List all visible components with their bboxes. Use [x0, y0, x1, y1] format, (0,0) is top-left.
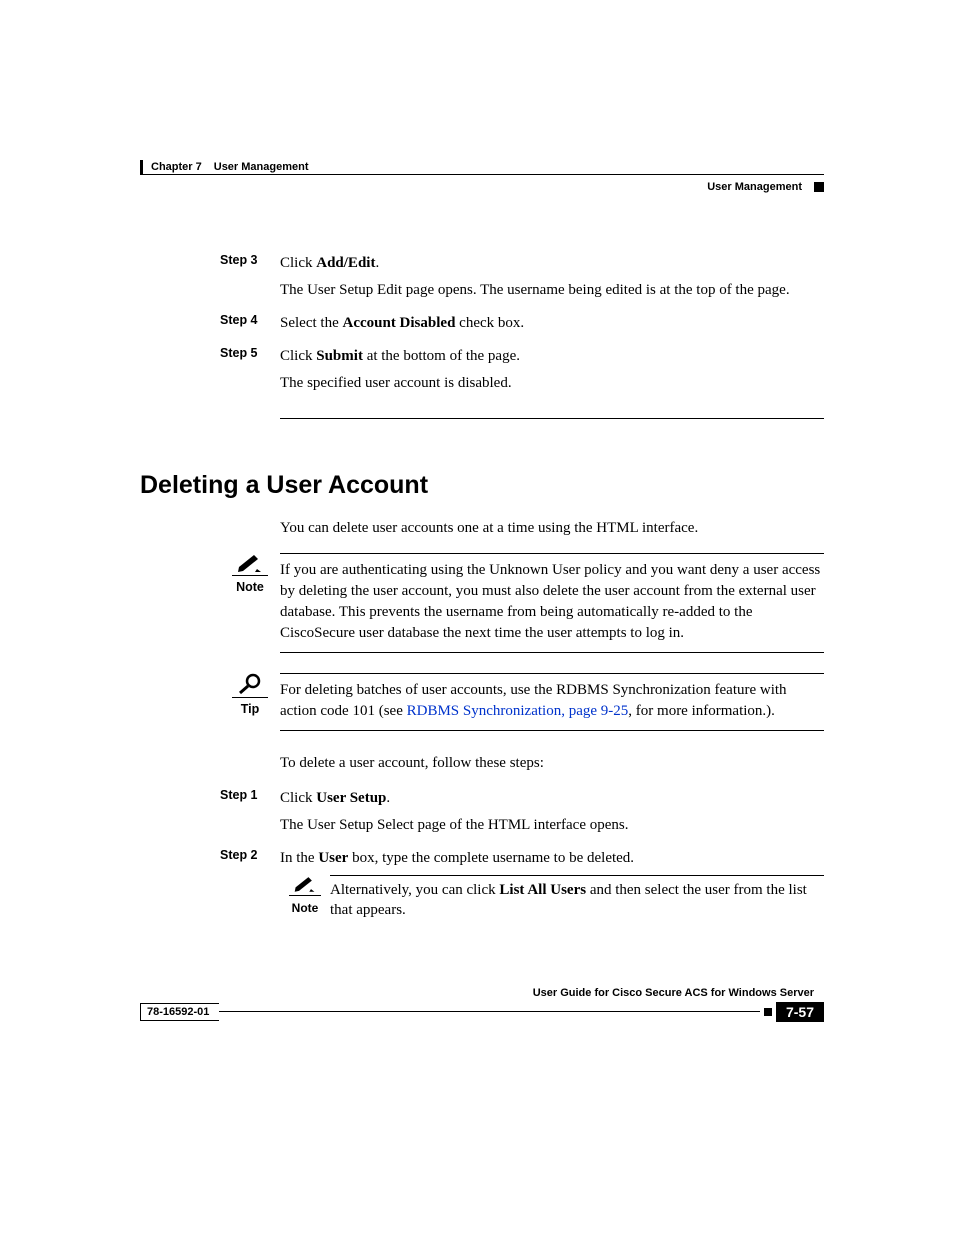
- step-1-bold: User Setup: [316, 790, 386, 806]
- step-4: Step 4 Select the Account Disabled check…: [220, 313, 824, 340]
- step-4-post: check box.: [455, 315, 524, 331]
- nested-note-label: Note: [280, 900, 330, 917]
- step-3-post: .: [375, 255, 379, 271]
- step-2-label: Step 2: [220, 848, 280, 927]
- footer-dot-icon: [764, 1008, 772, 1016]
- step-3-detail: The User Setup Edit page opens. The user…: [280, 280, 824, 301]
- step-4-pre: Select the: [280, 315, 342, 331]
- nested-note-pre: Alternatively, you can click: [330, 882, 499, 898]
- step-2: Step 2 In the User box, type the complet…: [220, 848, 824, 927]
- page-footer: User Guide for Cisco Secure ACS for Wind…: [140, 987, 824, 1022]
- header-end-icon: [814, 182, 824, 192]
- step-3-body: Click Add/Edit. The User Setup Edit page…: [280, 253, 824, 307]
- upper-steps: Step 3 Click Add/Edit. The User Setup Ed…: [220, 253, 824, 400]
- intro-paragraph: You can delete user accounts one at a ti…: [280, 518, 824, 539]
- step-3: Step 3 Click Add/Edit. The User Setup Ed…: [220, 253, 824, 307]
- page: Chapter 7 User Management User Managemen…: [0, 0, 954, 1082]
- step-5-post: at the bottom of the page.: [363, 348, 520, 364]
- step-4-bold: Account Disabled: [342, 315, 455, 331]
- section-heading: Deleting a User Account: [140, 471, 824, 500]
- step-1: Step 1 Click User Setup. The User Setup …: [220, 788, 824, 842]
- header-rule: [140, 174, 824, 175]
- note-icon-col: Note: [220, 553, 280, 653]
- footer-docnum: 78-16592-01: [140, 1003, 219, 1021]
- step-1-post: .: [386, 790, 390, 806]
- step-5-pre: Click: [280, 348, 316, 364]
- step-1-detail: The User Setup Select page of the HTML i…: [280, 815, 824, 836]
- step-3-label: Step 3: [220, 253, 280, 307]
- lead-in: To delete a user account, follow these s…: [280, 753, 824, 774]
- page-header: Chapter 7 User Management User Managemen…: [140, 160, 824, 193]
- note-callout: Note If you are authenticating using the…: [220, 553, 824, 653]
- magnifier-icon: [236, 673, 264, 695]
- header-bar-icon: [140, 160, 143, 174]
- step-3-pre: Click: [280, 255, 316, 271]
- pencil-icon: [236, 553, 264, 573]
- step-2-bold: User: [318, 850, 348, 866]
- pencil-icon: [293, 875, 317, 893]
- step-1-label: Step 1: [220, 788, 280, 842]
- tip-icon-col: Tip: [220, 673, 280, 731]
- nested-note-bold: List All Users: [499, 882, 586, 898]
- nested-note-icon-col: Note: [280, 875, 330, 927]
- step-2-pre: In the: [280, 850, 318, 866]
- step-4-body: Select the Account Disabled check box.: [280, 313, 824, 340]
- step-2-body: In the User box, type the complete usern…: [280, 848, 824, 927]
- steps-end-rule: [280, 418, 824, 419]
- tip-link[interactable]: RDBMS Synchronization, page 9-25: [407, 703, 629, 719]
- step-5-detail: The specified user account is disabled.: [280, 373, 824, 394]
- chapter-title: User Management: [214, 161, 309, 173]
- chapter-label-row: Chapter 7 User Management: [140, 160, 824, 174]
- footer-rule-block: 78-16592-01 7-57: [140, 1002, 824, 1022]
- step-5: Step 5 Click Submit at the bottom of the…: [220, 346, 824, 400]
- footer-line: [219, 1011, 760, 1012]
- step-3-bold: Add/Edit: [316, 255, 375, 271]
- footer-guide-title: User Guide for Cisco Secure ACS for Wind…: [140, 987, 814, 999]
- step-5-body: Click Submit at the bottom of the page. …: [280, 346, 824, 400]
- lower-steps: Step 1 Click User Setup. The User Setup …: [220, 788, 824, 927]
- step-1-body: Click User Setup. The User Setup Select …: [280, 788, 824, 842]
- tip-label: Tip: [220, 702, 280, 716]
- step-4-label: Step 4: [220, 313, 280, 340]
- nested-note: Note Alternatively, you can click List A…: [280, 875, 824, 927]
- step-5-label: Step 5: [220, 346, 280, 400]
- nested-note-content: Alternatively, you can click List All Us…: [330, 875, 824, 927]
- running-head: User Management: [707, 181, 802, 193]
- step-1-pre: Click: [280, 790, 316, 806]
- step-2-post: box, type the complete username to be de…: [348, 850, 634, 866]
- running-head-row: User Management: [140, 181, 824, 193]
- tip-callout: Tip For deleting batches of user account…: [220, 673, 824, 731]
- footer-pagenum: 7-57: [776, 1002, 824, 1022]
- tip-post: , for more information.).: [628, 703, 775, 719]
- note-content: If you are authenticating using the Unkn…: [280, 553, 824, 653]
- note-label: Note: [220, 580, 280, 594]
- tip-content: For deleting batches of user accounts, u…: [280, 673, 824, 731]
- chapter-number: Chapter 7: [151, 161, 202, 173]
- note-text: If you are authenticating using the Unkn…: [280, 560, 824, 644]
- step-5-bold: Submit: [316, 348, 363, 364]
